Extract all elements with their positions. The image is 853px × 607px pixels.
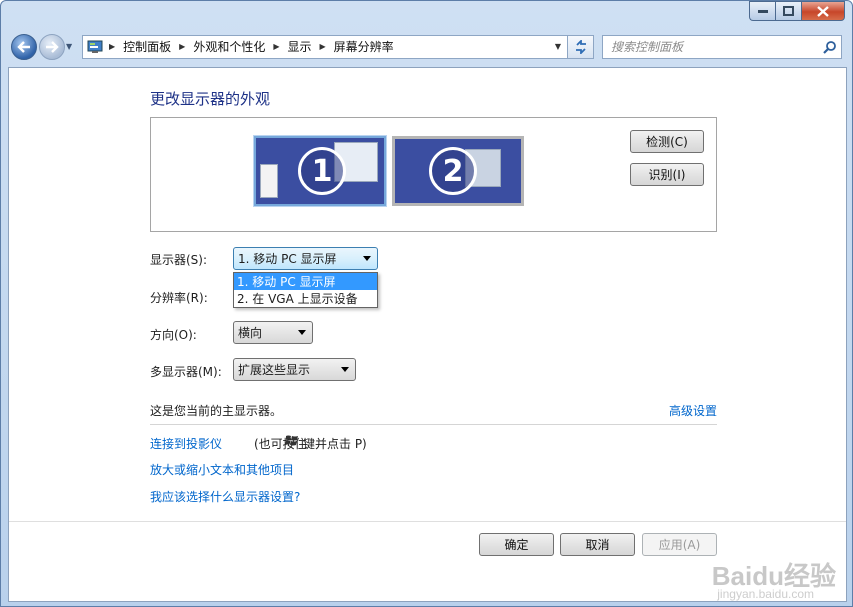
chevron-right-icon[interactable]: ▶ [320,42,326,51]
advanced-settings-link[interactable]: 高级设置 [669,402,717,419]
recent-pages-dropdown[interactable]: ▼ [66,42,76,51]
orientation-select-value: 横向 [238,326,263,340]
orientation-label: 方向(O): [150,328,197,342]
detect-button[interactable]: 检测(C) [630,130,704,153]
watermark-url: jingyan.baidu.com [717,587,814,601]
maximize-icon [783,6,794,16]
chevron-right-icon: ▶ [109,42,116,51]
apply-button[interactable]: 应用(A) [642,533,717,556]
close-icon [817,5,829,17]
refresh-icon [575,39,586,54]
multi-display-select[interactable]: 扩展这些显示 [233,358,356,381]
close-button[interactable] [801,1,845,21]
window: ▼ ▶ 控制面板 ▶ 外观和个性化 ▶ 显示 ▶ 屏幕分辨率 ▼ 搜索控制面板 … [0,0,853,607]
chevron-down-icon [341,367,349,372]
content-pane: 更改显示器的外观 1 2 检测(C) 识别(I) 显示器(S): 1. 移动 P… [8,67,847,602]
footer-separator [9,521,846,522]
display-select-value: 1. 移动 PC 显示屏 [238,252,337,266]
chevron-down-icon [298,330,306,335]
windows-logo-icon [285,435,298,446]
multi-display-label: 多显示器(M): [150,365,222,379]
display-dropdown-list: 1. 移动 PC 显示屏 2. 在 VGA 上显示设备 [233,272,378,308]
arrow-right-icon [46,40,59,53]
multi-display-select-value: 扩展这些显示 [238,363,311,377]
monitor-2[interactable]: 2 [392,136,524,206]
chevron-right-icon[interactable]: ▶ [273,42,279,51]
chevron-down-icon [363,256,371,261]
chevron-right-icon[interactable]: ▶ [179,42,185,51]
display-label: 显示器(S): [150,253,208,267]
breadcrumb-screen-resolution[interactable]: 屏幕分辨率 [334,38,394,55]
monitor-arrangement: 1 2 检测(C) 识别(I) [150,117,717,232]
page-title: 更改显示器的外观 [150,90,271,108]
watermark: Baidu经验 jingyan.baidu.com [712,556,836,601]
minimize-button[interactable] [749,1,775,21]
cancel-button[interactable]: 取消 [560,533,635,556]
connect-projector-link[interactable]: 连接到投影仪 [150,435,222,452]
breadcrumb-display[interactable]: 显示 [288,38,312,55]
projector-hint-suffix: 键并点击 P) [303,437,367,451]
which-settings-link[interactable]: 我应该选择什么显示器设置? [150,488,300,505]
primary-display-note: 这是您当前的主显示器。 [150,404,283,418]
separator [150,424,717,425]
minimize-icon [757,10,768,13]
search-icon[interactable] [819,40,841,54]
navigation-bar: ▼ ▶ 控制面板 ▶ 外观和个性化 ▶ 显示 ▶ 屏幕分辨率 ▼ 搜索控制面板 [8,31,845,62]
ok-button[interactable]: 确定 [479,533,554,556]
monitor-1[interactable]: 1 [254,136,386,206]
forward-button[interactable] [39,33,65,60]
refresh-button[interactable] [568,34,594,59]
monitor-1-number: 1 [298,147,346,195]
identify-button[interactable]: 识别(I) [630,163,704,186]
search-placeholder: 搜索控制面板 [611,40,684,54]
control-panel-icon [87,40,103,53]
address-dropdown-icon[interactable]: ▼ [549,42,567,51]
address-bar[interactable]: ▶ 控制面板 ▶ 外观和个性化 ▶ 显示 ▶ 屏幕分辨率 ▼ [82,34,568,59]
monitor-2-number: 2 [429,147,477,195]
search-box[interactable]: 搜索控制面板 [602,34,842,59]
breadcrumb-appearance[interactable]: 外观和个性化 [193,38,265,55]
resolution-label: 分辨率(R): [150,291,208,305]
text-size-link[interactable]: 放大或缩小文本和其他项目 [150,461,294,478]
display-select[interactable]: 1. 移动 PC 显示屏 [233,247,378,270]
maximize-button[interactable] [775,1,801,21]
back-button[interactable] [11,33,37,60]
arrow-left-icon [17,40,30,53]
breadcrumb-control-panel[interactable]: 控制面板 [123,38,171,55]
orientation-select[interactable]: 横向 [233,321,313,344]
start-menu-thumbnail [260,164,278,198]
display-option-2[interactable]: 2. 在 VGA 上显示设备 [234,290,377,307]
display-option-1[interactable]: 1. 移动 PC 显示屏 [234,273,377,290]
caption-buttons [749,1,845,21]
